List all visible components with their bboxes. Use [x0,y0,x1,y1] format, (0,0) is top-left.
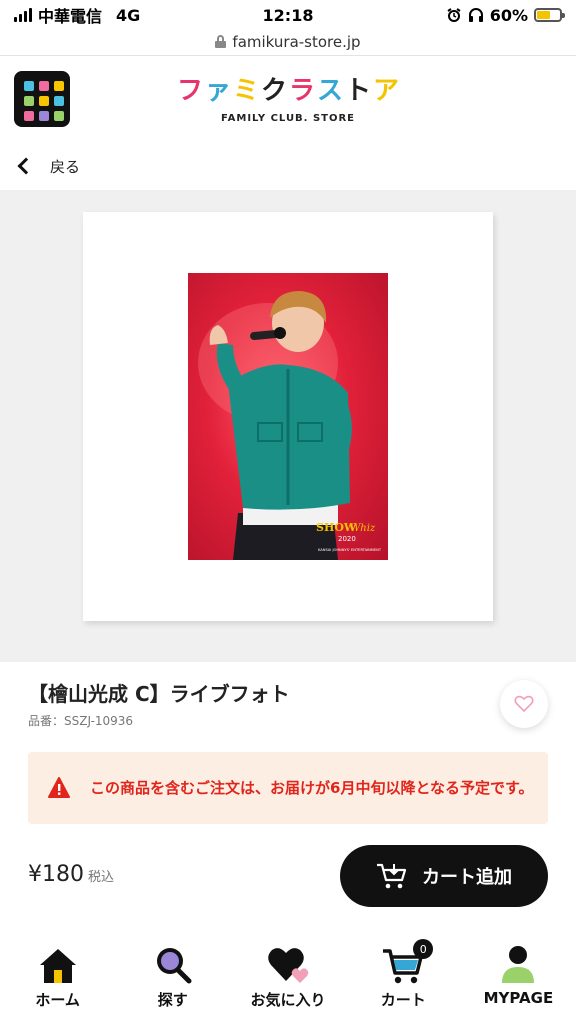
product-photo: SHOW Whiz 2020 KANSAI JOHNNYS' ENTERTAIN… [188,273,388,560]
notice-text: この商品を含むご注文は、お届けが6月中旬以降となる予定です。 [90,778,534,797]
tax-label: 税込 [88,870,115,885]
network-label: 4G [116,5,141,25]
logo-char: ト [345,76,372,106]
back-label: 戻る [50,157,81,176]
battery-level [537,11,551,19]
signal-icon [14,8,32,22]
menu-grid-dot [39,81,49,91]
nav-label-mypage: MYPAGE [483,989,554,1007]
cart-icon: 0 [381,939,434,987]
performer-illustration: SHOW Whiz 2020 KANSAI JOHNNYS' ENTERTAIN… [198,291,382,560]
alarm-icon [447,8,461,22]
nav-item-search[interactable]: 探す [115,935,230,1024]
site-logo[interactable]: ファミクラストア FAMILY CLUB. STORE [176,76,400,124]
nav-label-cart: カート [380,991,426,1009]
menu-grid-dot [24,96,34,106]
menu-grid-dot [24,81,34,91]
price-row: ¥180 税込 [28,862,114,887]
carrier-label: 中華電信 [38,7,103,26]
nav-label-home: ホーム [35,991,80,1009]
search-icon [151,943,195,987]
favorites-icon [266,943,310,987]
warning-icon [28,777,90,799]
add-to-cart-label: カート追加 [422,867,512,888]
logo-char: フ [176,76,203,106]
nav-item-favorites[interactable]: お気に入り [230,935,345,1024]
price: ¥180 [28,862,84,887]
chevron-left-icon [17,157,35,175]
battery-percentage: 60% [489,5,528,25]
clock: 12:18 [262,5,314,25]
site-header: ファミクラストア FAMILY CLUB. STORE [0,57,576,137]
home-icon [36,943,80,987]
url-bar[interactable]: famikura-store.jp [0,28,576,56]
logo-char: ミ [232,76,259,106]
nav-item-mypage[interactable]: MYPAGE [461,935,576,1024]
user-icon [496,943,540,987]
product-image-area: SHOW Whiz 2020 KANSAI JOHNNYS' ENTERTAIN… [0,190,576,662]
menu-grid-dot [24,111,34,121]
menu-grid-dot [54,111,64,121]
nav-label-search: 探す [157,991,188,1009]
bottom-navigation: ホーム 探す お気に入り 0 カート MYPAGE [0,935,576,1024]
back-button[interactable]: 戻る [14,146,80,186]
logo-english: FAMILY CLUB. STORE [220,113,356,124]
product-code: 品番：SSZJ-10936 [28,714,134,728]
lock-icon [215,35,227,48]
cart-count-badge: 0 [413,939,434,959]
photo-caption-year: 2020 [338,535,356,543]
logo-char: ア [373,76,400,106]
logo-japanese: ファミクラストア [176,76,400,106]
menu-grid-dot [39,111,49,121]
status-bar: 中華電信 4G 12:18 60% [0,0,576,30]
photo-caption-title-2: Whiz [350,523,376,534]
photo-caption-sub: KANSAI JOHNNYS' ENTERTAINMENT [318,548,382,552]
menu-grid-dot [54,96,64,106]
logo-char: ァ [204,76,231,106]
menu-grid-dot [54,81,64,91]
photo-frame[interactable]: SHOW Whiz 2020 KANSAI JOHNNYS' ENTERTAIN… [83,212,493,621]
heart-outline-icon [514,695,534,713]
menu-grid-button[interactable] [14,71,70,127]
battery-icon [534,8,565,22]
product-title: 【檜山光成 C】ライブフォト [28,682,290,706]
url-text: famikura-store.jp [232,32,361,51]
logo-char: ク [260,76,287,106]
menu-grid-dot [39,96,49,106]
logo-char: ラ [289,76,316,106]
logo-char: ス [317,76,344,106]
shipping-notice: この商品を含むご注文は、お届けが6月中旬以降となる予定です。 [28,752,548,824]
nav-label-favorites: お気に入り [250,991,326,1009]
nav-item-cart[interactable]: 0 カート [346,935,461,1024]
headphones-icon [468,8,483,22]
add-to-cart-button[interactable]: カート追加 [340,845,548,907]
favorite-button[interactable] [500,680,548,728]
cart-add-icon [377,863,407,889]
nav-item-home[interactable]: ホーム [0,935,115,1024]
